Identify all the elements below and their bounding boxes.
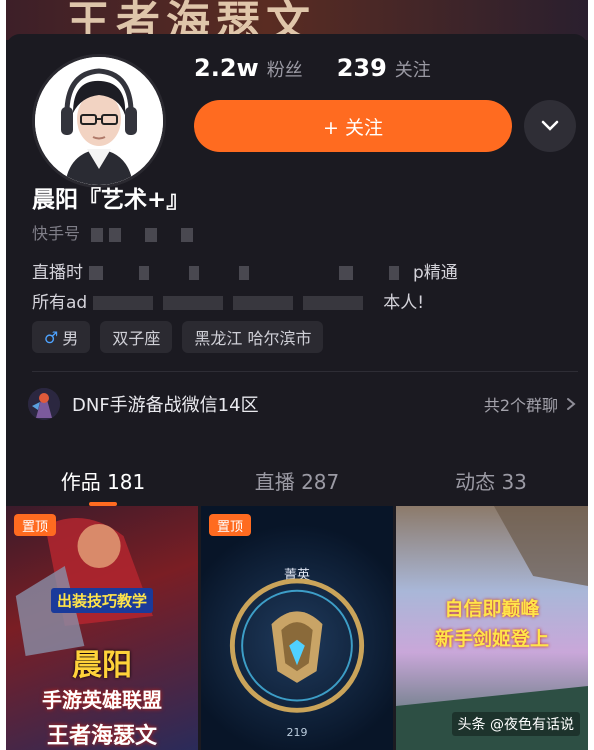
tag-label: 男 — [62, 329, 79, 348]
thumbnail-caption: 出装技巧教学 — [50, 588, 154, 613]
tab-label: 作品 — [60, 469, 101, 494]
thumbnail-caption: 晨阳 — [72, 648, 132, 683]
app-frame: 王者海瑟文 2.2w 粉丝 239 关注 + 关注 晨阳『艺术+』 快手号 直播… — [6, 0, 588, 750]
thumbnail-caption: 手游英雄联盟 — [42, 688, 162, 712]
profile-stats: 2.2w 粉丝 239 关注 — [194, 54, 431, 82]
thumbnail-caption: 王者海瑟文 — [46, 724, 158, 749]
bio-line1-text: 直播时 — [32, 263, 83, 283]
redacted-block — [233, 296, 294, 310]
pinned-badge: 置顶 — [14, 514, 57, 536]
bio-line2-start: 所有ad — [32, 293, 88, 313]
group-chat-row[interactable]: DNF手游备战微信14区 共2个群聊 — [28, 386, 578, 422]
tab-label: 直播 — [254, 469, 295, 494]
bio-line-1: 直播时 p精通 — [32, 258, 572, 288]
fans-label: 粉丝 — [266, 60, 303, 81]
redacted-block — [181, 227, 194, 242]
thumbnail-caption: 新手剑姬登上 — [434, 628, 550, 650]
tag-label: 黑龙江 哈尔滨市 — [194, 329, 312, 348]
profile-card: 2.2w 粉丝 239 关注 + 关注 晨阳『艺术+』 快手号 直播时 p精通 所有a… — [6, 34, 588, 750]
redacted-block — [163, 296, 224, 310]
watermark: 头条 @夜色有话说 — [451, 712, 580, 736]
redacted-block — [109, 227, 122, 242]
bio-line2-end: 本人! — [383, 293, 425, 313]
tab-moments[interactable]: 动态 33 — [394, 454, 588, 506]
thumbnail-caption: 自信即巅峰 — [444, 598, 540, 620]
bio-line1-end: p精通 — [413, 263, 458, 283]
following-count: 239 — [336, 54, 387, 82]
rank-points: 219 — [286, 726, 308, 739]
follow-button[interactable]: + 关注 — [194, 100, 512, 152]
profile-bio: 直播时 p精通 所有ad 本人! — [32, 258, 572, 318]
divider — [32, 371, 578, 372]
profile-name: 晨阳『艺术+』 — [32, 187, 190, 213]
tab-works[interactable]: 作品 181 — [6, 454, 200, 506]
following-stat[interactable]: 239 关注 — [337, 54, 431, 82]
tab-count: 33 — [501, 469, 527, 494]
tag-location[interactable]: 黑龙江 哈尔滨市 — [182, 321, 324, 353]
group-count: 共2个群聊 — [483, 396, 558, 415]
chevron-right-icon — [567, 398, 576, 410]
kuaishou-id: 快手号 — [32, 220, 194, 244]
following-label: 关注 — [394, 60, 431, 81]
fans-count: 2.2w — [194, 54, 259, 82]
rank-emblem-icon — [229, 578, 365, 713]
kuaishou-id-label: 快手号 — [32, 224, 81, 243]
tag-label: 双子座 — [112, 329, 161, 348]
redacted-block — [303, 296, 364, 310]
chevron-down-icon — [541, 120, 559, 131]
more-options-button[interactable] — [524, 100, 576, 152]
redacted-block — [145, 227, 158, 242]
fans-stat[interactable]: 2.2w 粉丝 — [194, 54, 303, 82]
group-avatar — [28, 388, 60, 420]
tab-count: 181 — [107, 469, 146, 494]
redacted-block — [339, 266, 353, 280]
group-name: DNF手游备战微信14区 — [72, 395, 259, 416]
redacted-block — [91, 227, 104, 242]
tag-gender[interactable]: ♂ 男 — [32, 321, 91, 353]
content-tabs: 作品 181 直播 287 动态 33 — [6, 454, 588, 506]
redacted-block — [89, 266, 103, 280]
video-thumbnail[interactable]: 置顶 菁英 219 — [201, 506, 393, 750]
redacted-block — [139, 266, 149, 280]
bio-line-2: 所有ad 本人! — [32, 288, 572, 318]
avatar[interactable] — [32, 54, 166, 188]
redacted-block — [93, 296, 154, 310]
redacted-block — [389, 266, 399, 280]
tab-count: 287 — [301, 469, 340, 494]
male-icon: ♂ — [44, 327, 59, 347]
tab-live[interactable]: 直播 287 — [200, 454, 394, 506]
redacted-block — [239, 266, 249, 280]
tag-zodiac[interactable]: 双子座 — [100, 321, 173, 353]
profile-tags: ♂ 男 双子座 黑龙江 哈尔滨市 — [32, 321, 324, 353]
tab-label: 动态 — [455, 469, 496, 494]
redacted-block — [189, 266, 199, 280]
video-thumbnail[interactable]: 置顶 出装技巧教学 晨阳 手游英雄联盟 王者海瑟文 — [6, 506, 198, 750]
